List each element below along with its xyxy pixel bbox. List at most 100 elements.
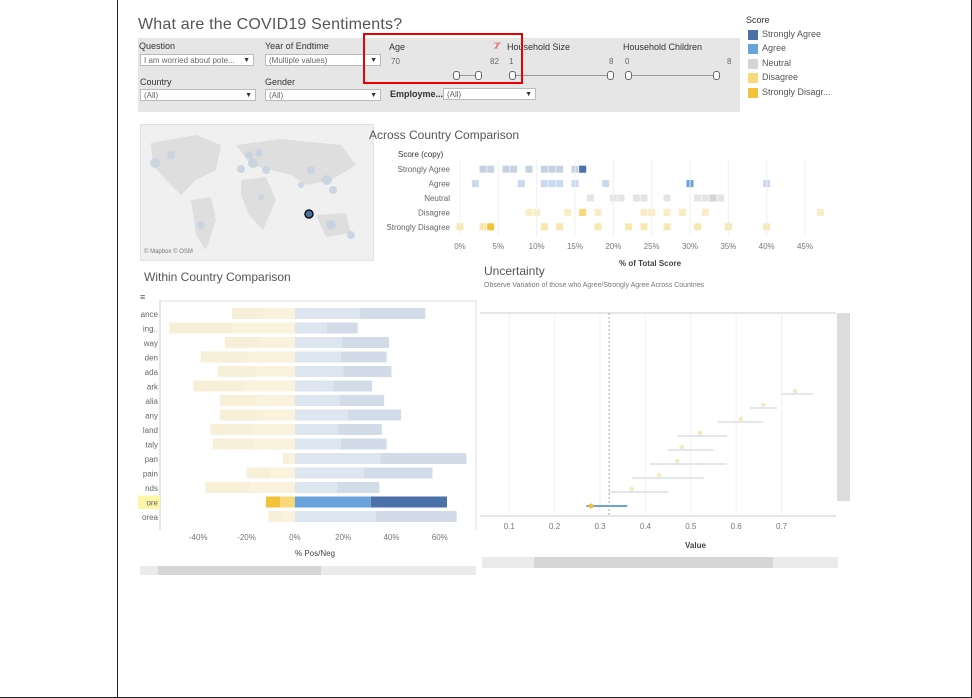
chevron-down-icon: ▼ xyxy=(243,57,250,64)
unc-x-tick: 0.4 xyxy=(640,522,652,531)
across-x-tick: 25% xyxy=(644,242,660,251)
legend-item-strongly-disagree[interactable]: Strongly Disagr... xyxy=(748,87,831,98)
chevron-down-icon: ▼ xyxy=(525,91,532,98)
uncertainty-subtitle: Observe Variation of those who Agree/Str… xyxy=(484,282,705,289)
within-bar-strongly-disagree xyxy=(265,496,281,508)
within-category-label: ark xyxy=(147,383,159,392)
within-category-label: alia xyxy=(146,397,159,406)
across-point xyxy=(663,223,671,231)
legend-item-disagree[interactable]: Disagree xyxy=(748,72,798,83)
within-bar-agree xyxy=(294,438,341,450)
employment-dropdown[interactable]: (All) ▼ xyxy=(443,88,536,100)
uncertainty-scrollbar-track[interactable] xyxy=(482,557,838,568)
within-bar-agree xyxy=(294,337,342,348)
within-bar-strongly-agree xyxy=(380,453,467,464)
unc-x-tick: 0.6 xyxy=(731,522,743,531)
household-children-min-handle[interactable] xyxy=(625,71,632,80)
within-bar-disagree xyxy=(257,395,295,406)
within-bar-agree xyxy=(294,351,341,363)
within-bar-disagree xyxy=(247,351,295,363)
household-children-max-handle[interactable] xyxy=(713,71,720,80)
unc-x-tick: 0.3 xyxy=(594,522,606,531)
within-bar-disagree xyxy=(270,467,295,479)
page-title: What are the COVID19 Sentiments? xyxy=(138,16,403,33)
across-x-tick: 5% xyxy=(493,242,505,251)
within-category-label: ing.. xyxy=(143,325,158,334)
within-bar-agree xyxy=(294,380,334,392)
within-x-tick: 20% xyxy=(335,533,351,542)
within-bar-strongly-agree xyxy=(340,351,387,363)
legend-item-agree[interactable]: Agree xyxy=(748,43,786,54)
within-bar-agree xyxy=(294,511,376,522)
uncertainty-vscrollbar[interactable] xyxy=(837,313,850,501)
within-chart[interactable]: ance ing.. way den ada ark alia any land taly pan p… xyxy=(138,300,478,550)
uncertainty-scrollbar-thumb[interactable] xyxy=(534,557,773,568)
within-category-label: pain xyxy=(143,470,158,479)
within-bar-strongly-agree xyxy=(333,380,373,392)
across-category-label: Agree xyxy=(429,180,451,189)
within-bar-strongly-disagree xyxy=(169,322,233,334)
across-point xyxy=(701,208,709,216)
within-bar-strongly-disagree xyxy=(210,424,253,435)
country-label: Country xyxy=(140,77,172,87)
within-bar-disagree xyxy=(256,366,295,377)
across-point xyxy=(640,223,648,231)
country-dropdown[interactable]: (All) ▼ xyxy=(140,89,256,101)
across-point-highlight xyxy=(579,165,587,173)
within-x-tick: 60% xyxy=(432,533,448,542)
legend-item-neutral[interactable]: Neutral xyxy=(748,58,791,69)
across-point xyxy=(548,180,556,188)
across-chart[interactable]: Strongly Agree Agree Neutral Disagree Strong… xyxy=(370,160,840,270)
across-xlabel: % of Total Score xyxy=(619,259,682,268)
within-bar-strongly-agree xyxy=(375,511,457,522)
within-category-label: pan xyxy=(145,455,158,464)
across-x-tick: 0% xyxy=(454,242,466,251)
across-x-tick: 35% xyxy=(720,242,736,251)
within-bar-disagree xyxy=(280,496,295,508)
unc-point xyxy=(761,402,766,408)
across-point xyxy=(556,180,564,188)
within-bar-agree xyxy=(294,424,339,435)
across-point xyxy=(517,180,525,188)
within-scrollbar-track[interactable] xyxy=(140,566,476,575)
unc-point xyxy=(697,430,703,436)
within-bar-disagree xyxy=(257,409,295,421)
within-bar-strongly-disagree xyxy=(205,482,251,493)
question-dropdown[interactable]: I am worried about pote... ▼ xyxy=(140,54,254,66)
across-point xyxy=(556,165,564,173)
unc-x-tick: 0.5 xyxy=(685,522,697,531)
across-x-tick: 15% xyxy=(567,242,583,251)
uncertainty-title: Uncertainty xyxy=(484,264,545,278)
household-size-max-handle[interactable] xyxy=(607,71,614,80)
within-bar-strongly-agree xyxy=(360,308,426,319)
legend-label: Disagree xyxy=(762,72,799,82)
across-point xyxy=(617,194,625,202)
within-category-label: ore xyxy=(146,499,158,508)
question-label: Question xyxy=(139,41,176,51)
legend-label: Agree xyxy=(762,43,787,53)
map-selected-marker[interactable] xyxy=(304,209,314,219)
across-point xyxy=(525,208,533,216)
across-point xyxy=(471,180,479,188)
gender-dropdown[interactable]: (All) ▼ xyxy=(265,89,381,101)
within-bar-strongly-disagree xyxy=(200,351,248,363)
within-category-label: den xyxy=(145,354,158,363)
world-map[interactable]: © Mapbox © OSM xyxy=(140,124,374,261)
legend-swatch xyxy=(748,72,758,83)
household-size-slider-track[interactable] xyxy=(512,75,612,76)
uncertainty-chart[interactable]: 0.1 0.2 0.3 0.4 0.5 0.6 0.7 xyxy=(480,298,850,548)
within-x-tick: 0% xyxy=(289,533,301,542)
within-bar-agree xyxy=(294,308,361,319)
legend-item-strongly-agree[interactable]: Strongly Agree xyxy=(748,29,821,40)
within-bar-strongly-agree xyxy=(339,395,385,406)
household-children-slider-track[interactable] xyxy=(628,75,718,76)
year-endtime-value: (Multiple values) xyxy=(269,56,328,65)
unc-point xyxy=(679,444,684,450)
within-bar-strongly-agree xyxy=(337,482,380,493)
within-category-label: orea xyxy=(142,513,159,522)
within-scrollbar-thumb[interactable] xyxy=(158,566,321,575)
within-category-label: land xyxy=(143,426,158,435)
legend-label: Neutral xyxy=(762,58,792,68)
within-bar-agree xyxy=(294,395,340,406)
within-category-label: ada xyxy=(145,368,159,377)
